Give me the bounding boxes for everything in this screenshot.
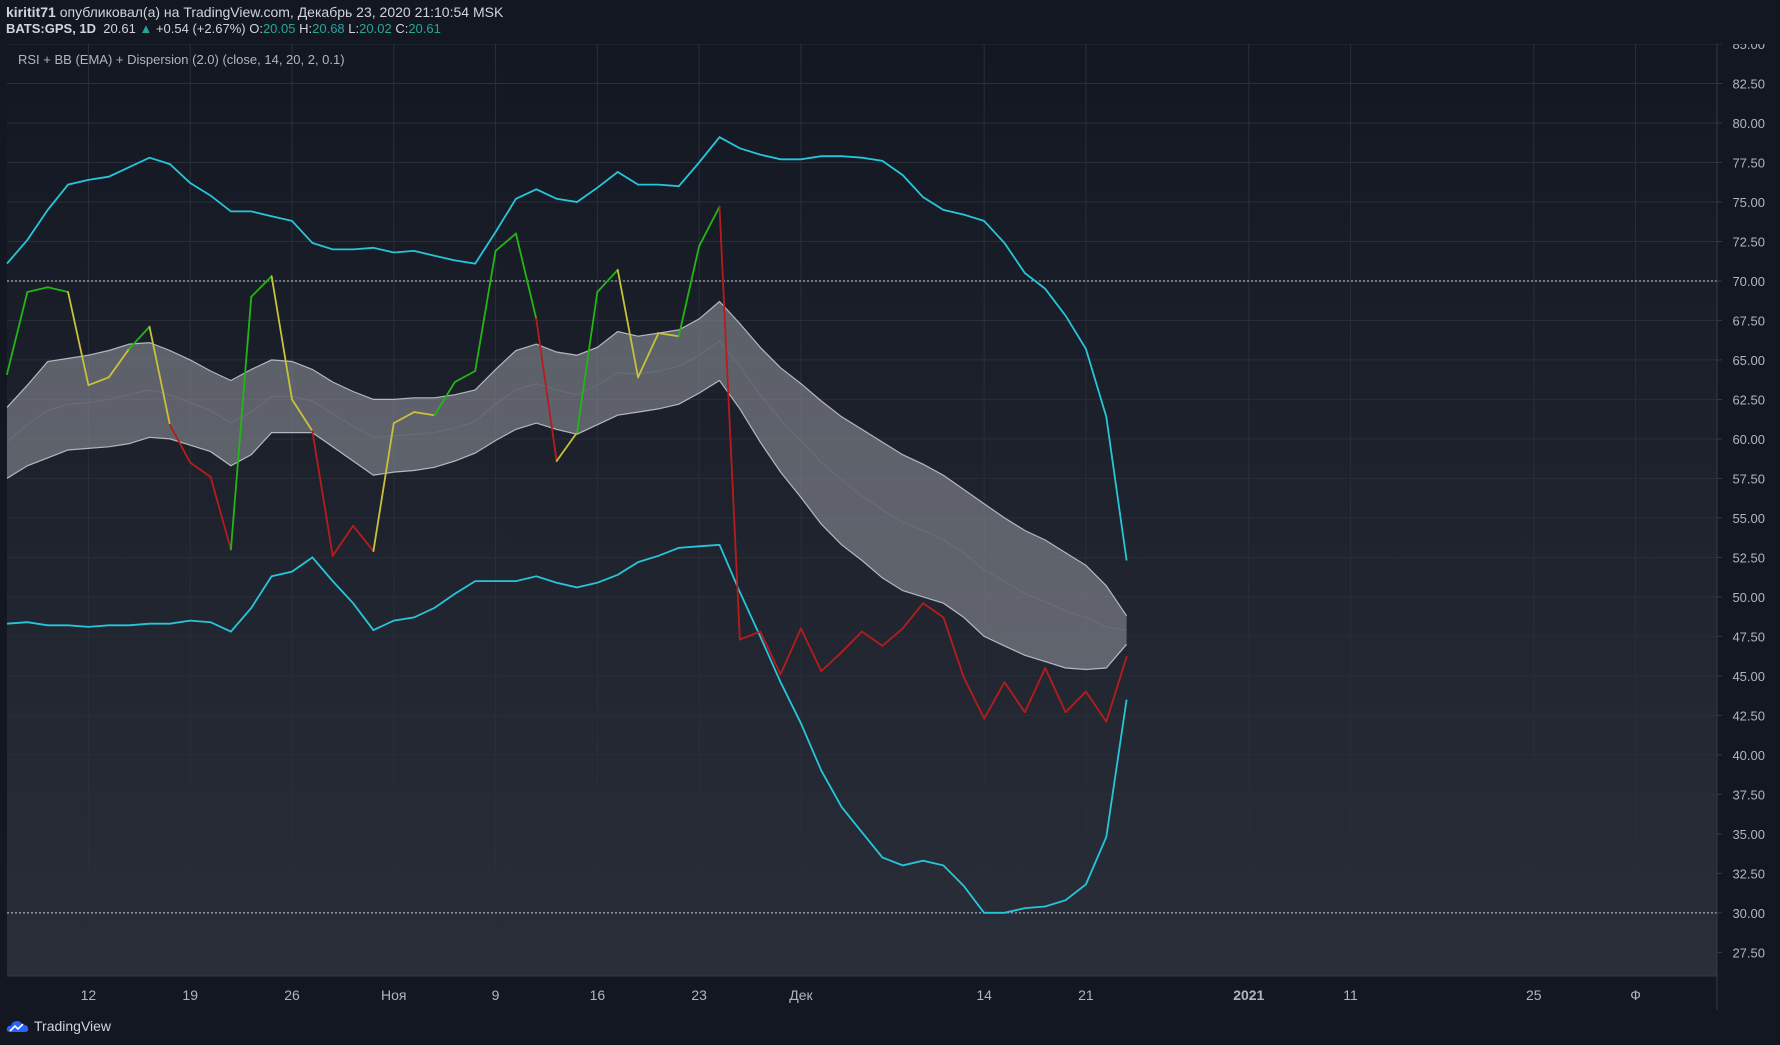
price-change: +0.54 (+2.67%) xyxy=(155,21,246,36)
low-label: L: xyxy=(348,21,360,36)
last-price: 20.61 xyxy=(103,21,136,36)
y-tick-label: 52.50 xyxy=(1732,550,1765,565)
y-axis[interactable]: 27.50 30.00 32.50 35.00 37.50 40.00 42.50 45.00… xyxy=(1717,44,1765,960)
x-tick-label: 19 xyxy=(182,987,198,1003)
y-tick-label: 67.50 xyxy=(1732,313,1765,328)
y-tick-label: 60.00 xyxy=(1732,432,1765,447)
y-tick-label: 35.00 xyxy=(1732,827,1765,842)
y-tick-label: 32.50 xyxy=(1732,866,1765,881)
y-tick-label: 27.50 xyxy=(1732,945,1765,960)
x-tick-label: Ф xyxy=(1630,987,1641,1003)
y-tick-label: 50.00 xyxy=(1732,590,1765,605)
chart-canvas[interactable]: 27.50 30.00 32.50 35.00 37.50 40.00 42.50 45.00… xyxy=(0,44,1780,1010)
x-tick-label: 16 xyxy=(590,987,606,1003)
up-arrow-icon: ▲ xyxy=(139,21,153,36)
y-tick-label: 75.00 xyxy=(1732,195,1765,210)
author-name[interactable]: kiritit71 xyxy=(6,4,56,20)
footer-bar xyxy=(0,1010,1780,1045)
y-tick-label: 40.00 xyxy=(1732,748,1765,763)
x-tick-label: 25 xyxy=(1526,987,1542,1003)
x-tick-label: 14 xyxy=(976,987,992,1003)
x-tick-label: 2021 xyxy=(1233,987,1264,1003)
y-tick-label: 45.00 xyxy=(1732,669,1765,684)
y-tick-label: 77.50 xyxy=(1732,155,1765,170)
y-tick-label: 85.00 xyxy=(1732,44,1765,52)
publish-text: опубликовал(а) на TradingView.com, Декаб… xyxy=(59,4,504,20)
y-tick-label: 80.00 xyxy=(1732,116,1765,131)
y-tick-label: 62.50 xyxy=(1732,392,1765,407)
y-tick-label: 55.00 xyxy=(1732,511,1765,526)
close-value: 20.61 xyxy=(408,21,441,36)
indicator-title[interactable]: RSI + BB (EMA) + Dispersion (2.0) (close… xyxy=(18,52,345,67)
y-tick-label: 42.50 xyxy=(1732,708,1765,723)
x-tick-label: Дек xyxy=(789,987,813,1003)
open-label: O: xyxy=(249,21,263,36)
y-tick-label: 72.50 xyxy=(1732,234,1765,249)
x-tick-label: 12 xyxy=(81,987,97,1003)
x-tick-label: 9 xyxy=(492,987,500,1003)
x-tick-label: 26 xyxy=(284,987,300,1003)
x-tick-label: Ноя xyxy=(381,987,406,1003)
symbol-label[interactable]: BATS:GPS, 1D xyxy=(6,21,96,36)
x-tick-label: 11 xyxy=(1343,987,1358,1003)
publish-info: kiritit71 опубликовал(а) на TradingView.… xyxy=(6,4,503,20)
header-bar: kiritit71 опубликовал(а) на TradingView.… xyxy=(0,0,1780,44)
low-value: 20.02 xyxy=(359,21,392,36)
high-label: H: xyxy=(299,21,313,36)
brand-label[interactable]: TradingView xyxy=(34,1018,111,1034)
tradingview-cloud-icon xyxy=(6,1021,29,1032)
y-tick-label: 30.00 xyxy=(1732,906,1765,921)
x-axis[interactable]: 12 19 26 Ноя 9 16 23 Дек 14 21 2021 11 25 Ф xyxy=(81,987,1641,1003)
y-tick-label: 82.50 xyxy=(1732,76,1765,91)
close-label: C: xyxy=(395,21,409,36)
open-value: 20.05 xyxy=(262,21,296,36)
y-tick-label: 37.50 xyxy=(1732,787,1765,802)
x-tick-label: 21 xyxy=(1078,987,1094,1003)
high-value: 20.68 xyxy=(312,21,345,36)
y-tick-label: 65.00 xyxy=(1732,353,1765,368)
y-tick-label: 70.00 xyxy=(1732,274,1765,289)
x-tick-label: 23 xyxy=(691,987,707,1003)
ohlc-legend: BATS:GPS, 1D 20.61 ▲ +0.54 (+2.67%) O:20… xyxy=(6,21,441,36)
y-tick-label: 57.50 xyxy=(1732,471,1765,486)
y-tick-label: 47.50 xyxy=(1732,629,1765,644)
